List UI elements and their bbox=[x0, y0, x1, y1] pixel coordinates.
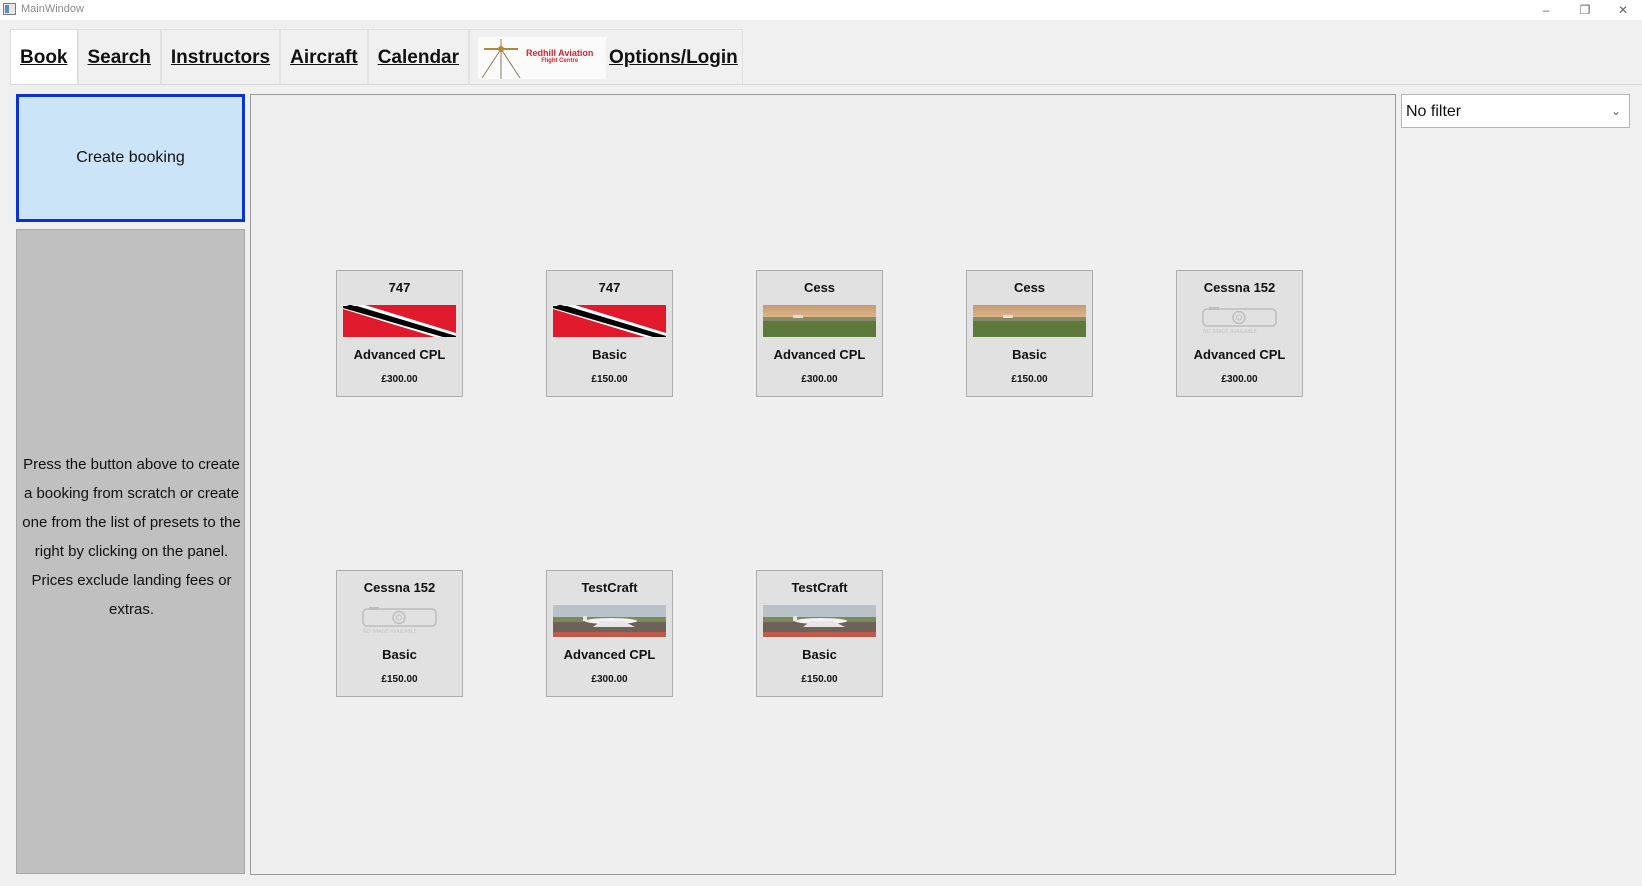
tab-options-login-label: Options/Login bbox=[609, 46, 738, 68]
flag-image-icon bbox=[343, 305, 456, 337]
logo-plane-icon bbox=[481, 38, 521, 79]
preset-card[interactable]: 747 Advanced CPL £300.00 bbox=[336, 270, 463, 397]
jet-image-icon bbox=[553, 605, 666, 637]
preset-thumbnail bbox=[763, 305, 876, 337]
preset-aircraft: 747 bbox=[388, 280, 411, 295]
preset-price: £150.00 bbox=[591, 374, 628, 385]
close-button[interactable]: ✕ bbox=[1604, 0, 1642, 20]
preset-course: Advanced CPL bbox=[563, 647, 656, 662]
tab-search[interactable]: Search bbox=[77, 29, 161, 85]
jet-image-icon bbox=[763, 605, 876, 637]
tab-divider bbox=[10, 84, 1642, 85]
preset-aircraft: TestCraft bbox=[581, 580, 638, 595]
preset-thumbnail bbox=[763, 605, 876, 637]
preset-card[interactable]: Cess Basic £150.00 bbox=[966, 270, 1093, 397]
preset-course: Basic bbox=[382, 647, 417, 662]
preset-card[interactable]: TestCraft Basic £150.00 bbox=[756, 570, 883, 697]
preset-thumbnail bbox=[553, 605, 666, 637]
tab-calendar[interactable]: Calendar bbox=[367, 29, 470, 85]
preset-thumbnail bbox=[343, 305, 456, 337]
preset-price: £300.00 bbox=[1221, 374, 1258, 385]
preset-thumbnail: NO IMAGE AVAILABLE bbox=[343, 605, 456, 637]
preset-aircraft: Cessna 152 bbox=[363, 580, 436, 595]
minimize-button[interactable]: – bbox=[1527, 0, 1565, 20]
preset-aircraft: 747 bbox=[598, 280, 621, 295]
filter-value: No filter bbox=[1406, 103, 1462, 120]
tab-aircraft[interactable]: Aircraft bbox=[280, 29, 368, 85]
preset-card[interactable]: 747 Basic £150.00 bbox=[546, 270, 673, 397]
preset-card[interactable]: Cess Advanced CPL £300.00 bbox=[756, 270, 883, 397]
tab-options-login[interactable]: Redhill Aviation Flight Centre Options/L… bbox=[469, 29, 743, 85]
help-text: Press the button above to create a booki… bbox=[22, 456, 241, 618]
tab-bar: Book Search Instructors Aircraft Calenda… bbox=[10, 29, 743, 85]
logo-line2: Flight Centre bbox=[541, 58, 579, 65]
preset-thumbnail bbox=[973, 305, 1086, 337]
chevron-down-icon: ⌄ bbox=[1610, 104, 1621, 118]
preset-aircraft: TestCraft bbox=[791, 580, 848, 595]
preset-aircraft: Cessna 152 bbox=[1203, 280, 1276, 295]
preset-aircraft: Cess bbox=[1013, 280, 1046, 295]
redhill-aviation-logo: Redhill Aviation Flight Centre bbox=[478, 36, 607, 79]
tab-instructors[interactable]: Instructors bbox=[160, 29, 281, 85]
no-image-icon: NO IMAGE AVAILABLE bbox=[343, 605, 456, 637]
svg-text:NO IMAGE AVAILABLE: NO IMAGE AVAILABLE bbox=[1203, 329, 1257, 335]
create-booking-button[interactable]: Create booking bbox=[16, 94, 245, 222]
airfield-image-icon bbox=[973, 305, 1086, 337]
svg-text:NO IMAGE AVAILABLE: NO IMAGE AVAILABLE bbox=[363, 629, 417, 635]
preset-price: £300.00 bbox=[801, 374, 838, 385]
app-icon bbox=[3, 3, 16, 15]
preset-card[interactable]: Cessna 152 NO IMAGE AVAILABLE Advanced CPL… bbox=[1176, 270, 1303, 397]
preset-course: Basic bbox=[802, 647, 837, 662]
window-title: MainWindow bbox=[21, 3, 84, 15]
filter-dropdown[interactable]: No filter ⌄ bbox=[1401, 94, 1630, 128]
preset-course: Basic bbox=[1012, 347, 1047, 362]
preset-course: Advanced CPL bbox=[1193, 347, 1286, 362]
logo-line1: Redhill Aviation bbox=[526, 47, 594, 58]
tab-book[interactable]: Book bbox=[10, 29, 78, 85]
preset-price: £150.00 bbox=[1011, 374, 1048, 385]
title-bar: MainWindow – ❐ ✕ bbox=[0, 0, 1642, 20]
preset-aircraft: Cess bbox=[803, 280, 836, 295]
preset-course: Basic bbox=[592, 347, 627, 362]
preset-course: Advanced CPL bbox=[773, 347, 866, 362]
preset-thumbnail bbox=[553, 305, 666, 337]
logo-text: Redhill Aviation Flight Centre bbox=[526, 47, 594, 65]
preset-price: £150.00 bbox=[381, 674, 418, 685]
flag-image-icon bbox=[553, 305, 666, 337]
restore-button[interactable]: ❐ bbox=[1566, 0, 1604, 20]
preset-card[interactable]: Cessna 152 NO IMAGE AVAILABLE Basic £150.00 bbox=[336, 570, 463, 697]
preset-price: £300.00 bbox=[591, 674, 628, 685]
presets-panel: 747 Advanced CPL £300.00 747 Basic £150.00 Ces… bbox=[250, 94, 1396, 875]
airfield-image-icon bbox=[763, 305, 876, 337]
preset-thumbnail: NO IMAGE AVAILABLE bbox=[1183, 305, 1296, 337]
preset-price: £150.00 bbox=[801, 674, 838, 685]
preset-price: £300.00 bbox=[381, 374, 418, 385]
help-panel: Press the button above to create a booki… bbox=[16, 229, 245, 874]
no-image-icon: NO IMAGE AVAILABLE bbox=[1183, 305, 1296, 337]
preset-card[interactable]: TestCraft Advanced CPL £300.00 bbox=[546, 570, 673, 697]
preset-course: Advanced CPL bbox=[353, 347, 446, 362]
